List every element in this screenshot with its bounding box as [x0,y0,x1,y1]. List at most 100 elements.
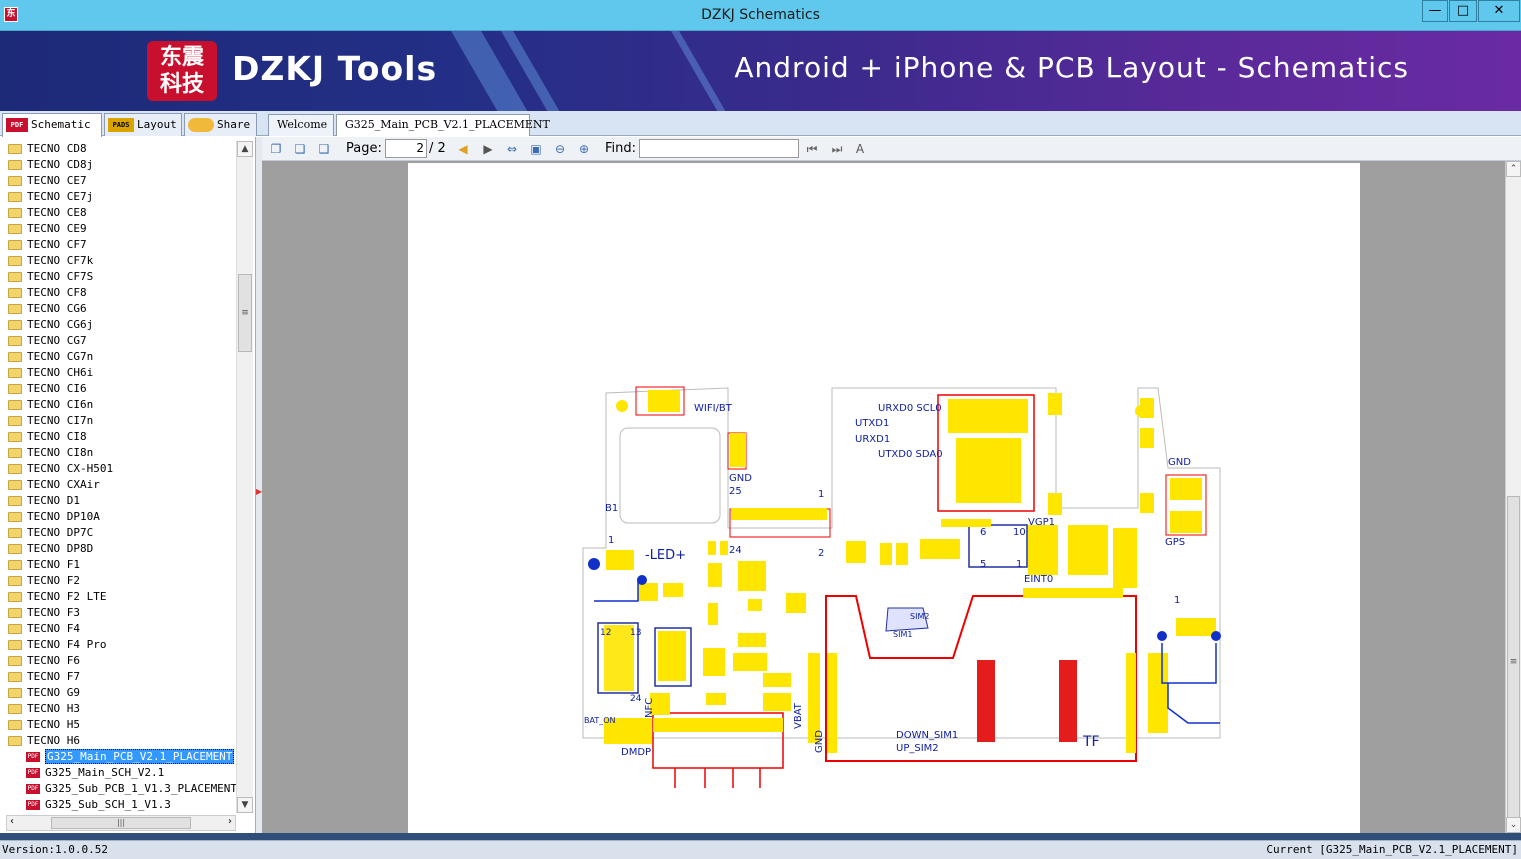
viewer-vertical-scrollbar[interactable]: ⌃ ≡ ⌄ [1505,161,1521,833]
tree-folder[interactable]: TECNO F1 [0,557,236,573]
tab-layout[interactable]: PADS Layout [104,113,182,136]
highlight-icon[interactable]: A [852,141,868,157]
zoom-in-icon[interactable]: ⊕ [576,141,592,157]
document-viewer[interactable]: WIFI/BT GND 25 1 24 2 B1 1 -LED+ URXD0 S… [262,161,1505,833]
tree-folder[interactable]: TECNO CF7 [0,237,236,253]
tree-folder[interactable]: TECNO F7 [0,669,236,685]
tree-folder[interactable]: TECNO CF8 [0,285,236,301]
close-icon: ✕ [1493,3,1505,18]
tree-folder[interactable]: TECNO CI6 [0,381,236,397]
tab-share[interactable]: Share [184,113,257,136]
copy-all-icon[interactable]: ❑ [316,141,332,157]
tab-schematic[interactable]: PDF Schematic [2,113,102,137]
tree-folder[interactable]: TECNO CI6n [0,397,236,413]
scroll-up-icon[interactable]: ▲ [237,141,253,157]
minimize-button[interactable]: — [1422,0,1448,22]
maximize-button[interactable]: □ [1449,0,1477,22]
tree-folder[interactable]: TECNO F4 [0,621,236,637]
tree-folder[interactable]: TECNO H6 [0,733,236,749]
pdf-file-icon: PDF [26,752,40,762]
find-input[interactable] [639,139,799,158]
tree-folder[interactable]: TECNO DP10A [0,509,236,525]
tree-folder[interactable]: TECNO DP7C [0,525,236,541]
tree-folder[interactable]: TECNO F2 LTE [0,589,236,605]
folder-icon [8,656,22,666]
pdf-icon: PDF [6,118,28,132]
viewer-scroll-down-icon[interactable]: ⌄ [1506,817,1521,833]
tree-folder[interactable]: TECNO DP8D [0,541,236,557]
prev-page-icon[interactable]: ◀ [455,141,471,157]
banner-tagline: Android + iPhone & PCB Layout - Schemati… [734,51,1409,84]
tree-vertical-scrollbar[interactable]: ▲ ≡ ▼ [236,141,253,813]
tree-folder[interactable]: TECNO CXAir [0,477,236,493]
tree-folder[interactable]: TECNO F6 [0,653,236,669]
folder-icon [8,608,22,618]
tree-file[interactable]: PDF G325_Sub_SCH_1_V1.3 [0,797,236,813]
scroll-left-icon[interactable]: ‹ [10,816,14,827]
close-button[interactable]: ✕ [1478,0,1520,22]
tree-folder[interactable]: TECNO CE7j [0,189,236,205]
label-down-sim1: DOWN_SIM1 [896,730,958,741]
tree-folder[interactable]: TECNO CG6 [0,301,236,317]
find-previous-icon[interactable]: ⏮ [804,141,820,157]
tree-folder[interactable]: TECNO CF7k [0,253,236,269]
tree-folder[interactable]: TECNO CF7S [0,269,236,285]
tree-file[interactable]: PDF G325_Main_SCH_V2.1 [0,765,236,781]
label-pin-13: 13 [630,628,641,638]
tree-folder[interactable]: TECNO CI8 [0,429,236,445]
tree-folder[interactable]: TECNO CX-H501 [0,461,236,477]
tree-folder[interactable]: TECNO CI8n [0,445,236,461]
tree-folder[interactable]: TECNO CD8j [0,157,236,173]
folder-icon [8,720,22,730]
zoom-out-icon[interactable]: ⊖ [552,141,568,157]
viewer-scroll-up-icon[interactable]: ⌃ [1506,161,1521,177]
tree-folder[interactable]: TECNO CG6j [0,317,236,333]
next-page-icon[interactable]: ▶ [480,141,496,157]
copy-icon[interactable]: ❐ [268,141,284,157]
find-next-icon[interactable]: ⏭ [829,141,845,157]
label-vbat: VBAT [793,702,804,729]
copy-page-icon[interactable]: ❏ [292,141,308,157]
scroll-thumb[interactable]: ≡ [238,274,252,352]
tab-welcome[interactable]: Welcome [268,114,334,136]
pdf-file-icon: PDF [26,784,40,794]
tree-folder[interactable]: TECNO CG7 [0,333,236,349]
current-document-text: Current [G325_Main_PCB_V2.1_PLACEMENT] [1266,843,1518,856]
tree-folder[interactable]: TECNO CH6i [0,365,236,381]
tree-folder[interactable]: TECNO F4 Pro [0,637,236,653]
page-number-input[interactable]: 2 [385,139,427,158]
pdf-file-icon: PDF [26,768,40,778]
tree-file[interactable]: PDF G325_Sub_PCB_1_V1.3_PLACEMENT_20 [0,781,236,797]
tree-folder[interactable]: TECNO CE8 [0,205,236,221]
tree-folder[interactable]: TECNO H3 [0,701,236,717]
label-gnd-bottom: GND [814,730,825,753]
scroll-right-icon[interactable]: › [228,816,232,827]
scroll-down-icon[interactable]: ▼ [237,797,253,813]
tree-folder[interactable]: TECNO CE7 [0,173,236,189]
label-led: -LED+ [645,548,686,563]
viewer-toolbar: ❐ ❏ ❑ Page: 2 / 2 ◀ ▶ ⇔ ▣ ⊖ ⊕ Find: ⏮ ⏭ … [262,137,1521,161]
label-b1: B1 [605,503,618,514]
label-urxd1: URXD1 [855,434,890,445]
tree-folder[interactable]: TECNO CD8 [0,141,236,157]
label-utxd1: UTXD1 [855,418,889,429]
tree-folder[interactable]: TECNO CG7n [0,349,236,365]
fit-width-icon[interactable]: ⇔ [504,141,520,157]
folder-icon [8,672,22,682]
label-sim2: SIM2 [910,612,929,621]
tree-file[interactable]: PDF G325_Main_PCB_V2.1_PLACEMENT [0,749,236,765]
folder-icon [8,464,22,474]
fit-page-icon[interactable]: ▣ [528,141,544,157]
tree-folder[interactable]: TECNO D1 [0,493,236,509]
tree-folder[interactable]: TECNO H5 [0,717,236,733]
scroll-thumb-horizontal[interactable]: ||| [51,817,191,829]
viewer-scroll-thumb[interactable]: ≡ [1507,496,1520,826]
tree-folder[interactable]: TECNO F3 [0,605,236,621]
tree-horizontal-scrollbar[interactable]: ‹ ||| › [6,815,236,831]
tab-document[interactable]: G325_Main_PCB_V2.1_PLACEMENT✕ [336,114,550,151]
tree-folder[interactable]: TECNO CI7n [0,413,236,429]
tree-folder[interactable]: TECNO F2 [0,573,236,589]
label-utxd0: UTXD0 SDA0 [878,449,943,460]
tree-folder[interactable]: TECNO CE9 [0,221,236,237]
tree-folder[interactable]: TECNO G9 [0,685,236,701]
